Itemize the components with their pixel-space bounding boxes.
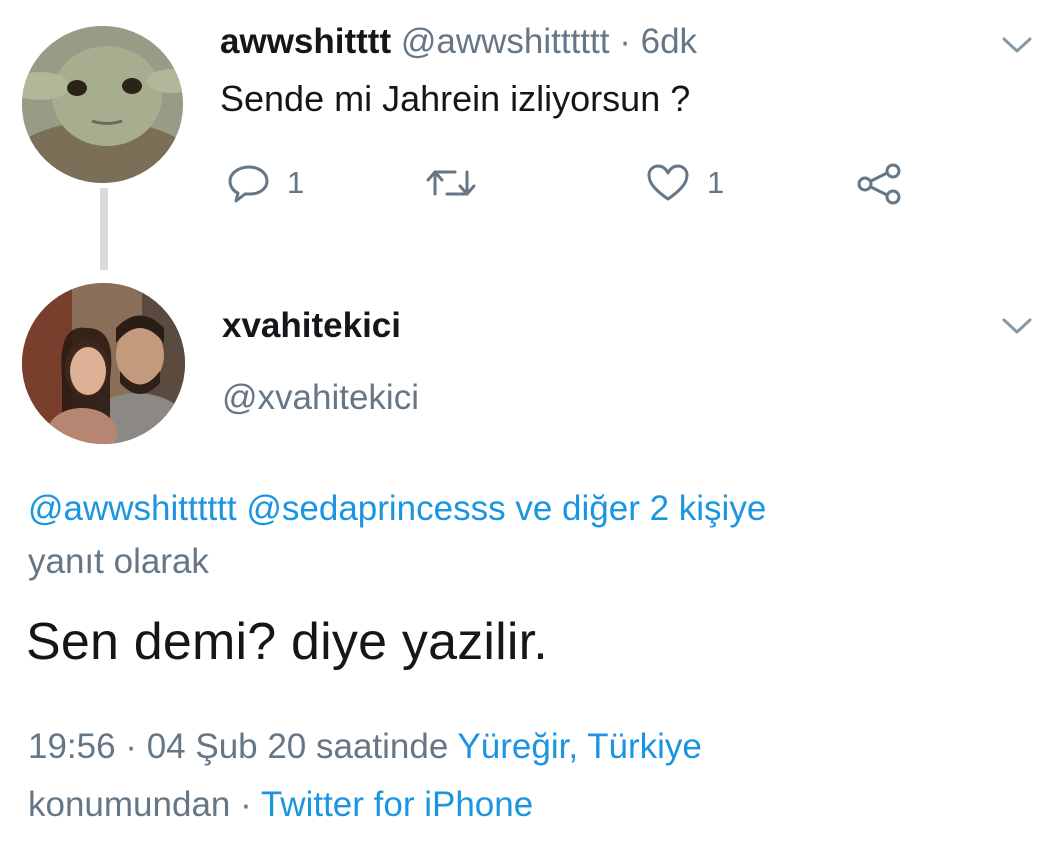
share-button[interactable] xyxy=(855,162,903,206)
tweet-metadata: 19:56 · 04 Şub 20 saatinde Yüreğir, Türk… xyxy=(28,718,1038,834)
like-count: 1 xyxy=(707,165,725,200)
replying-to-suffix: yanıt olarak xyxy=(28,542,209,581)
reply-icon xyxy=(228,165,269,203)
reply-display-name[interactable]: xvahitekici xyxy=(222,306,401,346)
chevron-down-icon[interactable] xyxy=(1000,34,1034,56)
tweet-location[interactable]: Yüreğir, Türkiye xyxy=(457,727,701,766)
parent-display-name[interactable]: awwshitttt xyxy=(220,22,391,61)
avatar-image xyxy=(22,283,185,444)
parent-timestamp[interactable]: 6dk xyxy=(641,22,697,61)
parent-tweet-header: awwshitttt @awwshitttttt · 6dk xyxy=(220,22,697,62)
thread-line xyxy=(100,188,108,270)
replying-to: @awwshitttttt @sedaprincesss ve diğer 2 … xyxy=(28,482,1028,588)
like-button[interactable]: 1 xyxy=(645,163,724,203)
heart-icon xyxy=(647,164,689,201)
tweet-timestamp[interactable]: 19:56 · 04 Şub 20 saatinde xyxy=(28,727,448,766)
reply-button[interactable]: 1 xyxy=(227,163,304,203)
parent-avatar[interactable] xyxy=(22,26,183,183)
separator-dot: · xyxy=(619,22,631,61)
retweet-button[interactable] xyxy=(425,164,477,202)
parent-handle[interactable]: @awwshitttttt xyxy=(401,22,610,61)
replying-to-mentions[interactable]: @awwshitttttt @sedaprincesss ve diğer 2 … xyxy=(28,489,766,528)
location-suffix: konumundan · xyxy=(28,785,252,824)
chevron-down-icon[interactable] xyxy=(1000,315,1034,337)
parent-tweet-text: Sende mi Jahrein izliyorsun ? xyxy=(220,78,691,119)
reply-handle[interactable]: @xvahitekici xyxy=(222,378,419,418)
reply-tweet-text: Sen demi? diye yazilir. xyxy=(26,613,548,671)
share-icon xyxy=(857,163,901,205)
retweet-icon xyxy=(426,170,476,196)
reply-count: 1 xyxy=(287,165,305,200)
tweet-source[interactable]: Twitter for iPhone xyxy=(261,785,533,824)
reply-avatar[interactable] xyxy=(22,283,185,444)
avatar-image xyxy=(22,26,183,183)
